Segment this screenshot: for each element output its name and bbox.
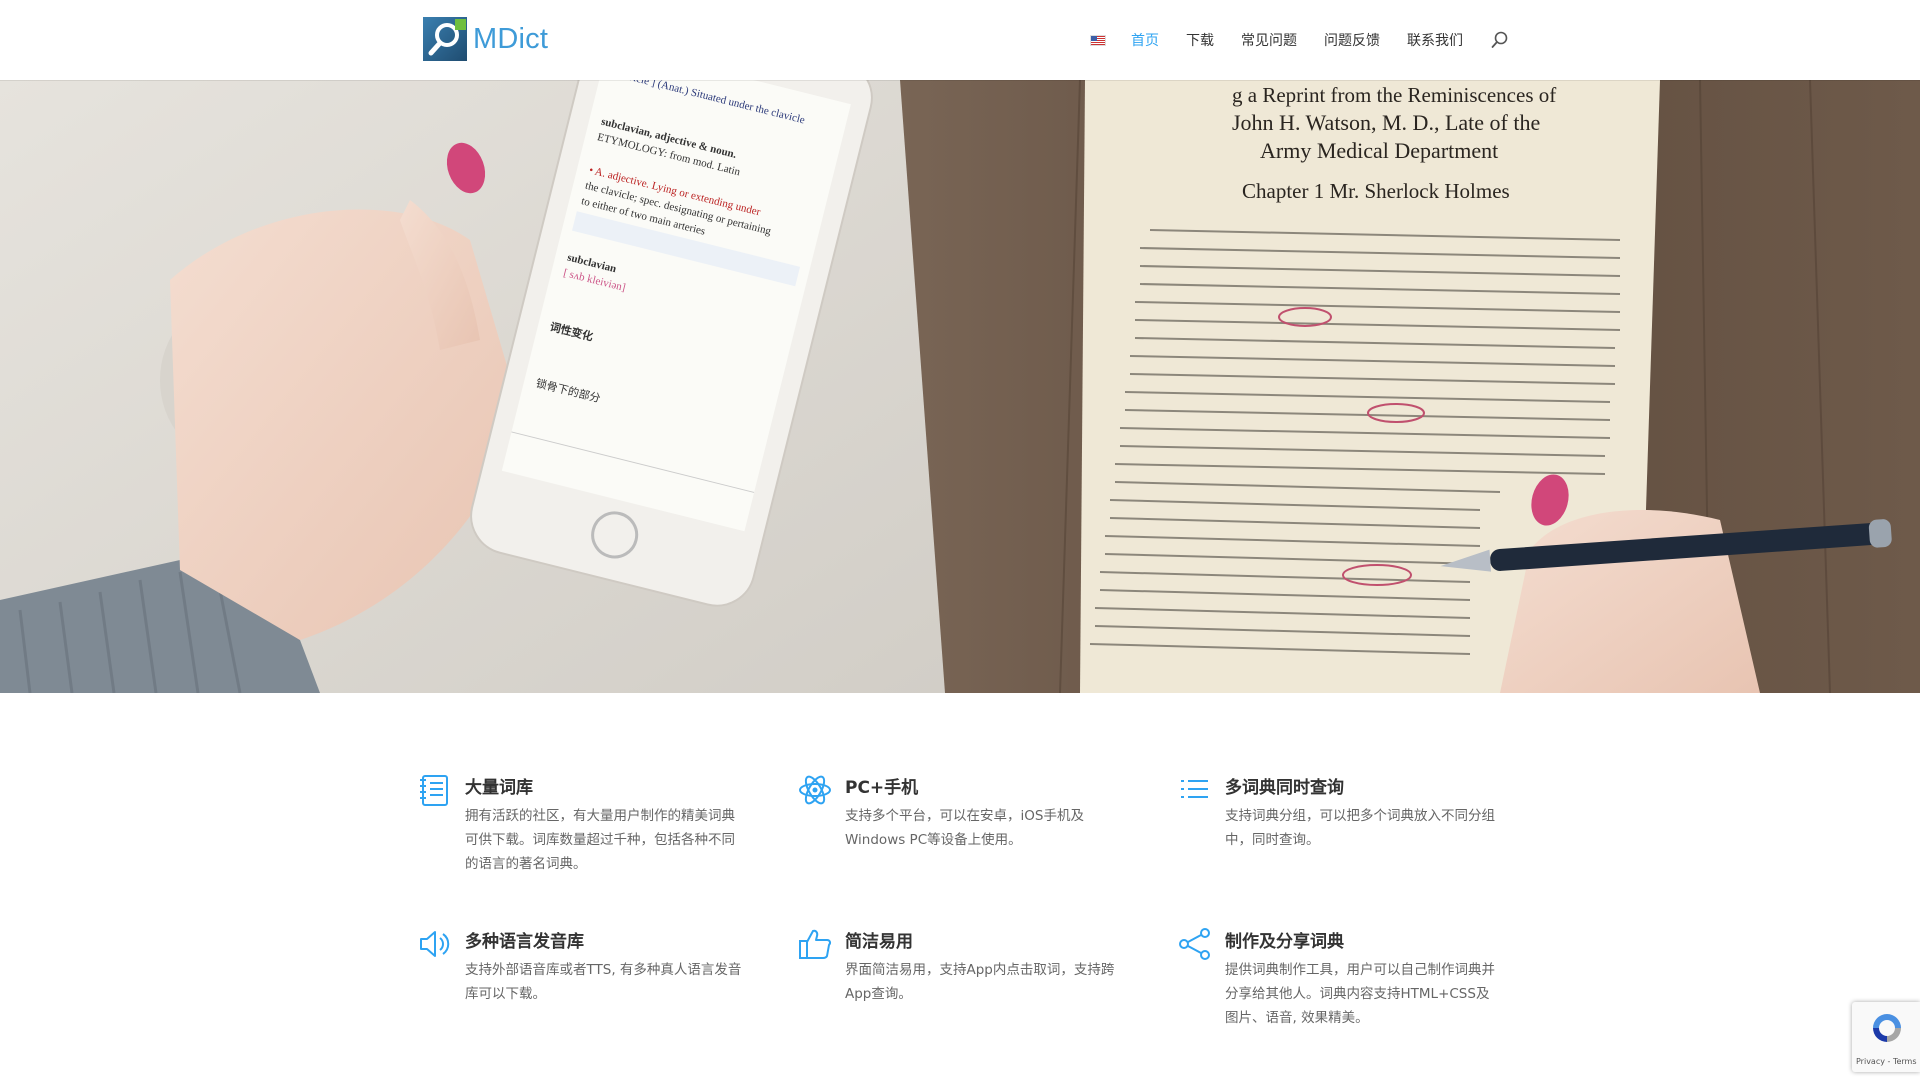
nav-item-contact[interactable]: 联系我们 bbox=[1407, 30, 1463, 50]
atom-icon bbox=[798, 773, 832, 807]
logo-text: MDict bbox=[473, 22, 549, 55]
feature-title: 简洁易用 bbox=[845, 932, 913, 952]
book-heading-line2: Army Medical Department bbox=[1260, 138, 1498, 163]
nav-item-feedback[interactable]: 问题反馈 bbox=[1324, 30, 1380, 50]
speaker-icon bbox=[418, 927, 452, 961]
feature-description: 拥有活跃的社区，有大量用户制作的精美词典可供下载。词库数量超过千种，包括各种不同… bbox=[465, 808, 735, 872]
feature-description: 支持多个平台，可以在安卓，iOS手机及Windows PC等设备上使用。 bbox=[845, 808, 1084, 848]
nav-item-download[interactable]: 下载 bbox=[1186, 30, 1214, 50]
recaptcha-badge[interactable]: Privacy - Terms bbox=[1852, 1002, 1920, 1072]
recaptcha-logo-icon bbox=[1869, 1010, 1905, 1050]
feature-title: 大量词库 bbox=[465, 778, 533, 798]
feature-title: PC+手机 bbox=[845, 778, 919, 798]
book-list-icon bbox=[418, 773, 452, 807]
book-heading-line1: John H. Watson, M. D., Late of the bbox=[1232, 110, 1540, 135]
site-header: MDict 首页 下载 常见问题 问题反馈 联系我们 bbox=[0, 0, 1920, 80]
feature-description: 支持词典分组，可以把多个词典放入不同分组中，同时查询。 bbox=[1225, 808, 1495, 848]
site-logo[interactable]: MDict bbox=[423, 17, 548, 61]
us-flag-icon[interactable] bbox=[1090, 34, 1106, 46]
feature-description: 界面简洁易用，支持App内点击取词，支持跨App查询。 bbox=[845, 962, 1115, 1002]
nav-item-home[interactable]: 首页 bbox=[1131, 30, 1159, 50]
thumbs-up-icon bbox=[798, 927, 832, 961]
feature-title: 多词典同时查询 bbox=[1225, 778, 1344, 798]
magnifier-logo-icon bbox=[423, 17, 467, 61]
hero-image: Clavicle ] (Anat.) Situated under the cl… bbox=[0, 80, 1920, 693]
feature-title: 多种语言发音库 bbox=[465, 932, 584, 952]
list-icon bbox=[1178, 773, 1212, 807]
features-section: 大量词库 拥有活跃的社区，有大量用户制作的精美词典可供下载。词库数量超过千种，包… bbox=[0, 693, 1920, 1080]
feature-description: 支持外部语音库或者TTS, 有多种真人语言发音库可以下载。 bbox=[465, 962, 742, 1002]
feature-title: 制作及分享词典 bbox=[1225, 932, 1344, 952]
search-icon[interactable] bbox=[1491, 31, 1509, 49]
nav-item-faq[interactable]: 常见问题 bbox=[1241, 30, 1297, 50]
share-icon bbox=[1178, 927, 1212, 961]
main-nav: 首页 下载 常见问题 问题反馈 联系我们 bbox=[1090, 30, 1509, 50]
feature-description: 提供词典制作工具，用户可以自己制作词典并分享给其他人。词典内容支持HTML+CS… bbox=[1225, 962, 1495, 1026]
book-chapter: Chapter 1 Mr. Sherlock Holmes bbox=[1242, 179, 1510, 203]
recaptcha-links[interactable]: Privacy - Terms bbox=[1856, 1057, 1917, 1066]
book-top-text: g a Reprint from the Reminiscences of bbox=[1232, 83, 1556, 107]
